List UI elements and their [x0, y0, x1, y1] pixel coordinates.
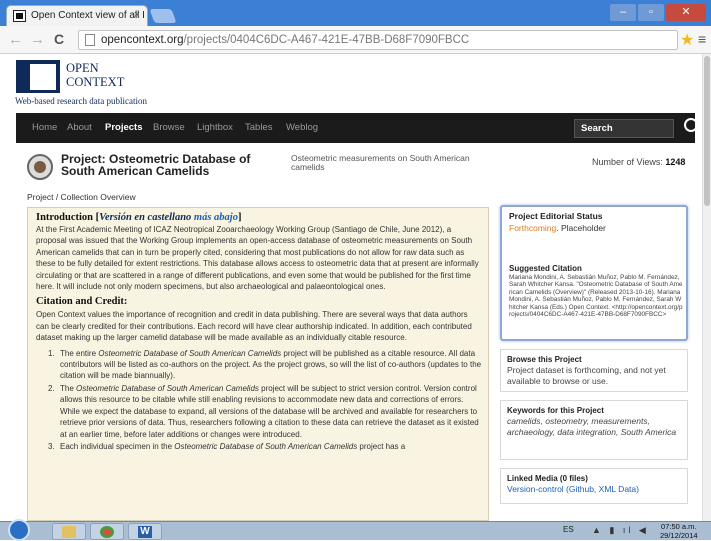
- project-subtitle: Osteometric measurements on South Americ…: [291, 153, 470, 172]
- new-tab-button[interactable]: [149, 9, 177, 23]
- tab-title: Open Context view of all I: [31, 10, 145, 21]
- tray-language[interactable]: ES: [563, 525, 574, 534]
- collection-overview-label: Project / Collection Overview: [27, 192, 136, 202]
- spanish-version-label: Versión en castellano: [99, 212, 192, 223]
- logo-text[interactable]: OPEN CONTEXT: [66, 61, 124, 89]
- project-icon: [27, 154, 53, 180]
- editorial-status-heading: Project Editorial Status: [509, 211, 603, 221]
- nav-about[interactable]: About: [67, 122, 92, 133]
- list-item: 1. The entire Osteometric Database of Sou…: [48, 348, 482, 381]
- project-title: Project: Osteometric Database of South A…: [61, 152, 251, 178]
- list-item: 3. Each individual specimen in the Osteom…: [48, 441, 406, 451]
- list-item: 2. The Osteometric Database of South Amer…: [48, 383, 479, 439]
- browse-heading: Browse this Project: [507, 355, 582, 364]
- project-description-panel: Introduction [Versión en castellano más …: [27, 207, 489, 521]
- credit-paragraph: Open Context values the importance of re…: [36, 310, 472, 343]
- minimize-button[interactable]: –: [610, 4, 636, 21]
- taskbar-word[interactable]: W: [128, 523, 162, 540]
- tray-clock[interactable]: 07:50 a.m. 29/12/2014: [660, 522, 698, 540]
- address-url: opencontext.org/projects/0404C6DC-A467-4…: [101, 34, 470, 46]
- page-scrollbar[interactable]: [702, 54, 711, 521]
- citation-credit-heading: Citation and Credit:: [36, 296, 128, 308]
- forward-arrow-icon[interactable]: →: [30, 31, 45, 48]
- tray-icons[interactable]: ▲ ▮ ıl ◀: [592, 525, 649, 536]
- address-bar[interactable]: opencontext.org/projects/0404C6DC-A467-4…: [78, 30, 678, 50]
- editorial-status-value: Forthcoming. Placeholder: [509, 223, 606, 233]
- nav-tables[interactable]: Tables: [245, 122, 272, 133]
- chrome-icon: [100, 526, 114, 538]
- chrome-menu-icon[interactable]: ≡: [698, 31, 706, 47]
- keywords-heading: Keywords for this Project: [507, 406, 604, 415]
- maximize-button[interactable]: ▫: [638, 4, 664, 21]
- taskbar-explorer[interactable]: [52, 523, 86, 540]
- taskbar-chrome[interactable]: [90, 523, 124, 540]
- browser-tab[interactable]: Open Context view of all I ×: [6, 5, 148, 26]
- browser-title-bar: Open Context view of all I × – ▫ ✕: [0, 0, 711, 26]
- open-context-logo[interactable]: [16, 60, 60, 93]
- keywords-text: camelids, osteometry, measurements, arch…: [507, 416, 677, 437]
- close-window-button[interactable]: ✕: [666, 4, 706, 21]
- favicon-icon: [13, 10, 26, 22]
- start-button[interactable]: [8, 519, 30, 541]
- keywords-box: Keywords for this Project camelids, oste…: [500, 400, 688, 460]
- credit-list: 1. The entire Osteometric Database of Sou…: [48, 348, 482, 453]
- folder-icon: [62, 526, 76, 538]
- intro-paragraph: At the First Academic Meeting of ICAZ Ne…: [36, 225, 479, 292]
- page-icon: [85, 34, 95, 46]
- scrollbar-thumb[interactable]: [704, 56, 710, 206]
- browser-toolbar: ← → C opencontext.org/projects/0404C6DC-…: [0, 26, 711, 54]
- nav-projects[interactable]: Projects: [105, 122, 143, 133]
- bookmark-star-icon[interactable]: ★: [680, 30, 694, 50]
- spanish-version-link[interactable]: más abajo: [194, 212, 238, 223]
- site-tagline: Web-based research data publication: [15, 96, 147, 106]
- view-count: Number of Views: 1248: [592, 157, 686, 167]
- intro-heading: Introduction [Versión en castellano más …: [36, 212, 242, 223]
- search-input[interactable]: Search: [574, 119, 674, 138]
- suggested-citation-heading: Suggested Citation: [509, 264, 582, 273]
- linked-media-heading: Linked Media (0 files): [507, 474, 588, 483]
- nav-lightbox[interactable]: Lightbox: [197, 122, 233, 133]
- browse-project-box: Browse this Project Project dataset is f…: [500, 349, 688, 392]
- suggested-citation-text: Mariana Mondini, A. Sebastián Muñoz, Pab…: [509, 274, 683, 319]
- search-icon[interactable]: [684, 118, 698, 132]
- word-icon: W: [138, 526, 152, 538]
- nav-browse[interactable]: Browse: [153, 122, 185, 133]
- nav-weblog[interactable]: Weblog: [286, 122, 318, 133]
- browse-text: Project dataset is forthcoming, and not …: [507, 365, 666, 386]
- back-arrow-icon[interactable]: ←: [8, 31, 23, 48]
- reload-icon[interactable]: C: [54, 31, 64, 47]
- tab-close-icon[interactable]: ×: [134, 9, 140, 21]
- editorial-status-box: Project Editorial Status Forthcoming. Pl…: [500, 205, 688, 341]
- version-control-link[interactable]: Version-control (Github, XML Data): [507, 484, 639, 494]
- nav-home[interactable]: Home: [32, 122, 57, 133]
- linked-media-box: Linked Media (0 files) Version-control (…: [500, 468, 688, 504]
- windows-taskbar: W ES ▲ ▮ ıl ◀ 07:50 a.m. 29/12/2014: [0, 519, 711, 541]
- main-nav: Home About Projects Browse Lightbox Tabl…: [16, 113, 698, 143]
